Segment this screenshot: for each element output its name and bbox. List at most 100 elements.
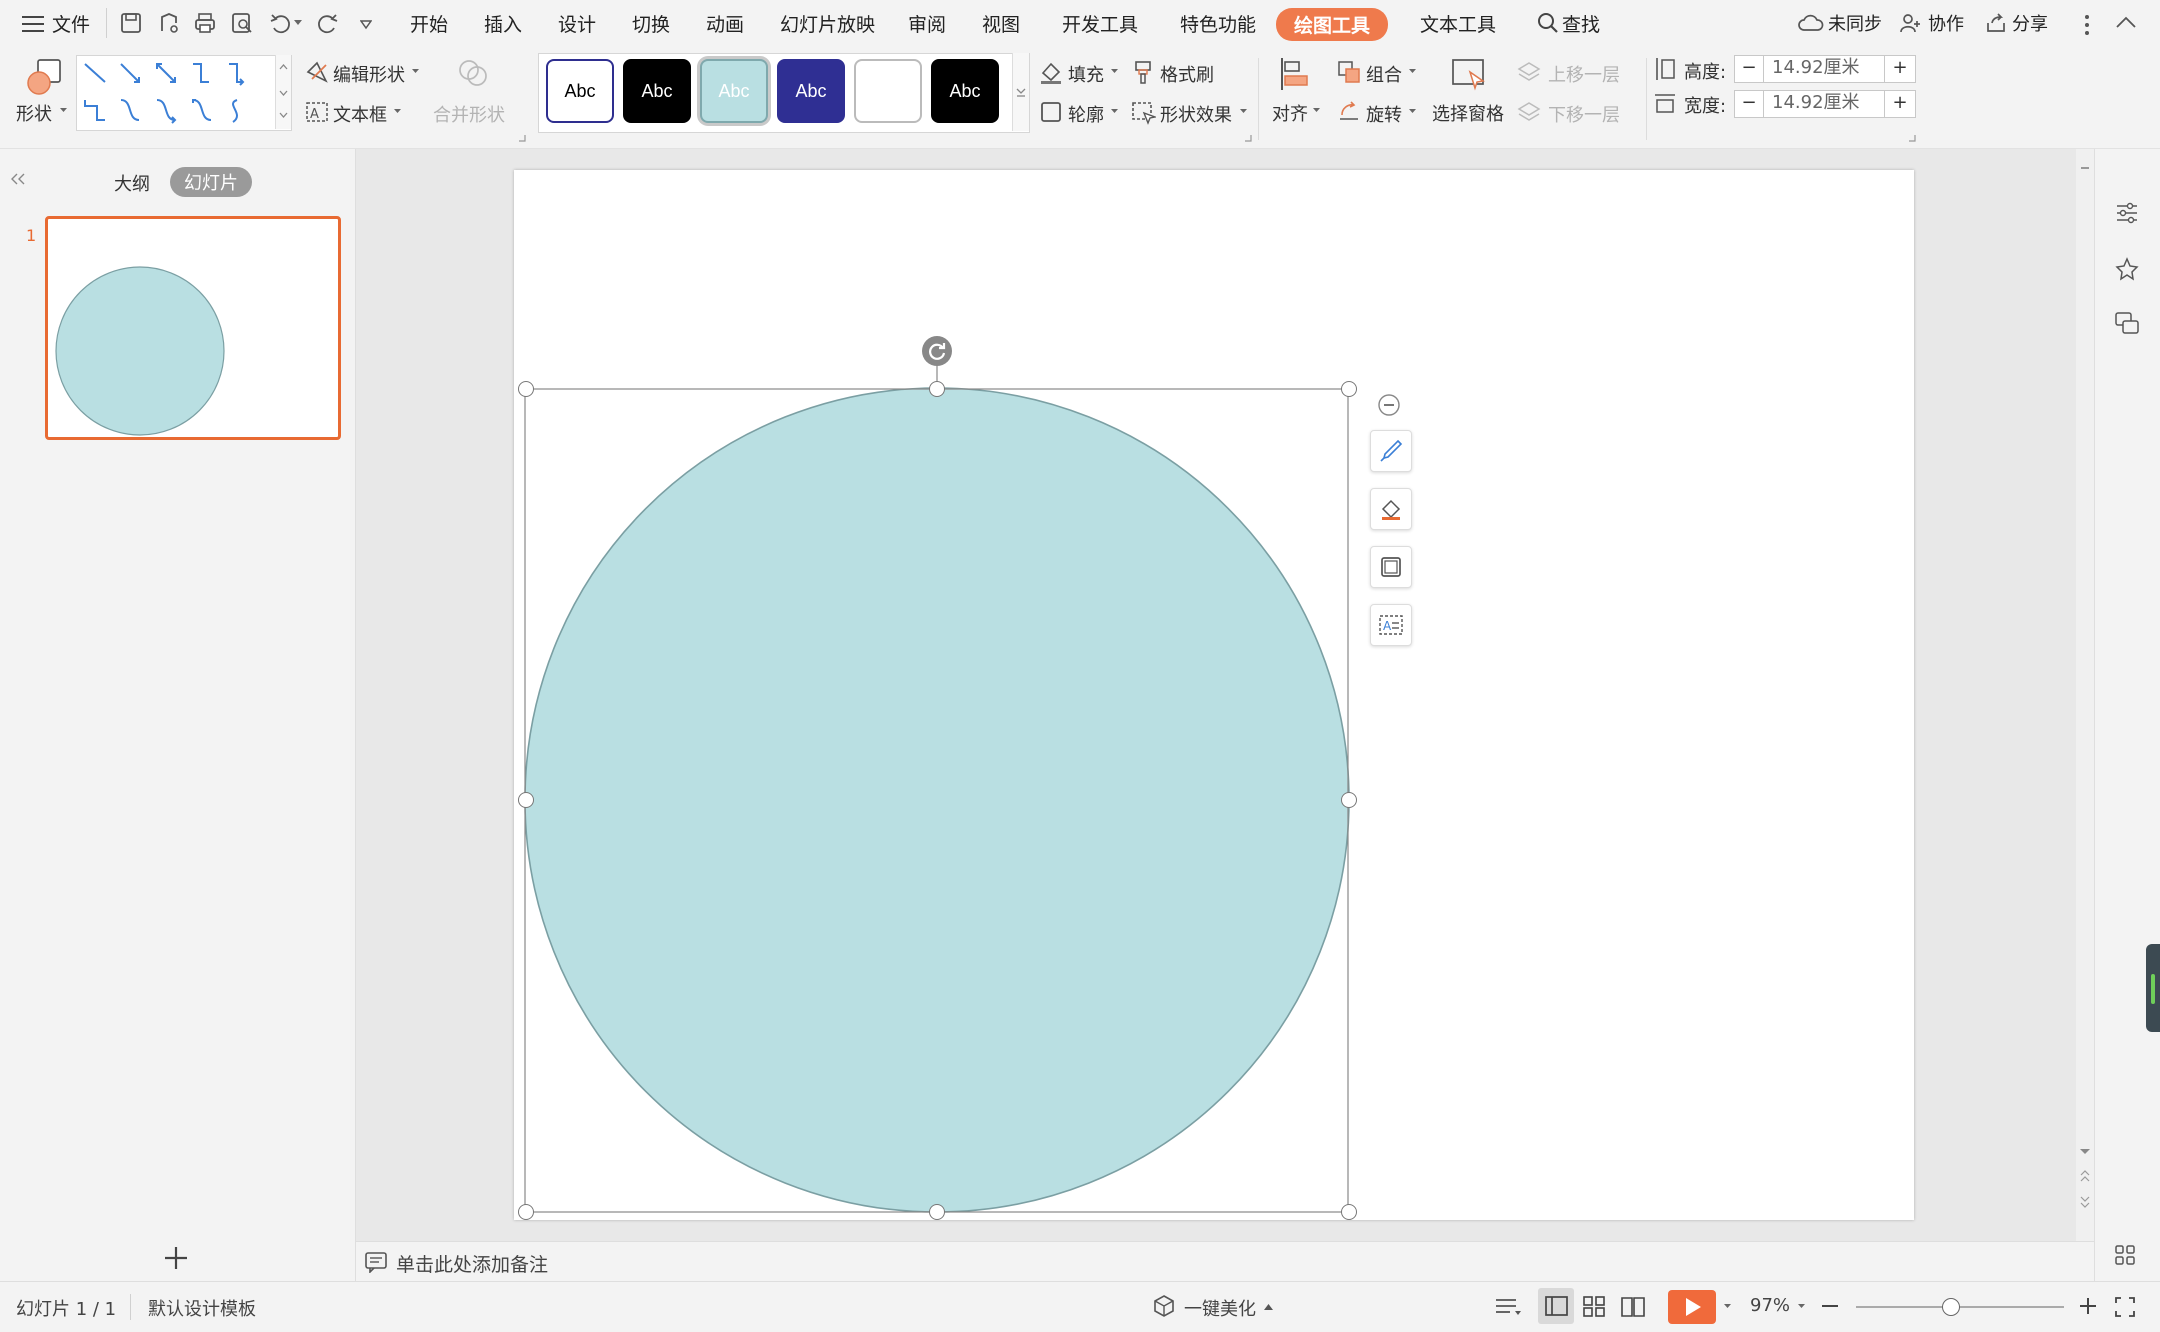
dialog-launcher-icon[interactable] — [1244, 134, 1252, 142]
outline-icon[interactable] — [1038, 99, 1064, 125]
tab-outline[interactable]: 大纲 — [114, 170, 150, 196]
tab-home[interactable]: 开始 — [410, 10, 448, 37]
slideshow-play-button[interactable] — [1668, 1290, 1716, 1324]
animation-icon[interactable] — [2114, 256, 2140, 282]
share-icon[interactable] — [1984, 11, 2008, 35]
rotate-handle-icon[interactable] — [922, 336, 952, 366]
collapse-ribbon-icon[interactable] — [2116, 16, 2136, 28]
align-button[interactable]: 对齐 — [1272, 100, 1308, 126]
rotate-dropdown-icon[interactable] — [1409, 109, 1416, 114]
menu-icon[interactable] — [22, 15, 44, 33]
selection-pane-button[interactable]: 选择窗格 — [1432, 100, 1504, 126]
float-style-icon[interactable] — [1370, 430, 1412, 472]
save-icon[interactable] — [119, 11, 143, 35]
zoom-out-icon[interactable] — [1820, 1296, 1840, 1316]
resize-handle[interactable] — [518, 1204, 534, 1220]
collapse-panel-icon[interactable] — [10, 172, 26, 186]
vertical-scrollbar[interactable] — [2076, 149, 2094, 1241]
print-icon[interactable] — [193, 11, 217, 35]
group-icon[interactable] — [1336, 59, 1362, 85]
notes-bar[interactable]: 单击此处添加备注 — [356, 1241, 2094, 1282]
fit-window-icon[interactable] — [2114, 1296, 2136, 1318]
sorter-view-icon[interactable] — [1582, 1294, 1606, 1318]
zoom-slider-thumb[interactable] — [1942, 1298, 1960, 1316]
height-increase-button[interactable]: + — [1884, 55, 1916, 83]
collaborate-button[interactable]: 协作 — [1928, 10, 1964, 36]
notes-placeholder[interactable]: 单击此处添加备注 — [396, 1250, 548, 1277]
edit-shape-button[interactable]: 编辑形状 — [333, 61, 405, 87]
beautify-expand-icon[interactable] — [1264, 1304, 1273, 1310]
tab-special[interactable]: 特色功能 — [1180, 10, 1256, 37]
undo-icon[interactable] — [268, 11, 292, 35]
fill-button[interactable]: 填充 — [1068, 61, 1104, 87]
shape-style-swatch[interactable]: Abc — [777, 59, 845, 123]
float-outline-icon[interactable] — [1370, 546, 1412, 588]
resize-handle[interactable] — [929, 1204, 945, 1220]
selection-pane-icon[interactable] — [1450, 56, 1486, 92]
zoom-slider-track[interactable] — [1856, 1306, 2064, 1308]
rotate-icon[interactable] — [1336, 99, 1362, 125]
next-slide-icon[interactable] — [2080, 1195, 2090, 1209]
beautify-icon[interactable] — [1152, 1294, 1176, 1318]
cloud-sync-icon[interactable] — [1798, 11, 1824, 35]
grid-apps-icon[interactable] — [2114, 1244, 2136, 1266]
zoom-dropdown-icon[interactable] — [1798, 1304, 1805, 1309]
height-input[interactable]: 14.92厘米 — [1763, 55, 1885, 83]
format-painter-icon[interactable] — [1130, 59, 1156, 85]
resize-handle[interactable] — [518, 381, 534, 397]
resize-handle[interactable] — [1341, 381, 1357, 397]
connector-gallery[interactable] — [76, 55, 292, 131]
export-icon[interactable] — [157, 11, 181, 35]
properties-icon[interactable] — [2114, 200, 2140, 226]
float-text-icon[interactable]: A — [1370, 604, 1412, 646]
align-icon[interactable] — [1278, 56, 1312, 92]
scroll-down-icon[interactable] — [2080, 1149, 2090, 1155]
group-dropdown-icon[interactable] — [1409, 69, 1416, 74]
collapse-float-toolbar-icon[interactable] — [1377, 393, 1401, 417]
tab-review[interactable]: 审阅 — [908, 10, 946, 37]
circle-shape[interactable] — [524, 387, 1350, 1213]
text-box-icon[interactable]: A — [304, 99, 330, 125]
tab-transition[interactable]: 切换 — [632, 10, 670, 37]
edit-shape-icon[interactable] — [304, 59, 330, 85]
resize-handle[interactable] — [518, 792, 534, 808]
format-painter-button[interactable]: 格式刷 — [1160, 61, 1214, 87]
notes-toggle-icon[interactable] — [1494, 1296, 1522, 1318]
width-increase-button[interactable]: + — [1884, 90, 1916, 118]
tab-design[interactable]: 设计 — [558, 10, 596, 37]
fill-icon[interactable] — [1038, 59, 1064, 85]
tab-text-tools[interactable]: 文本工具 — [1420, 10, 1496, 37]
slide-switch-icon[interactable] — [2114, 310, 2140, 336]
collaborate-icon[interactable] — [1898, 11, 1922, 35]
zoom-level[interactable]: 97% — [1750, 1295, 1790, 1316]
reading-view-icon[interactable] — [1620, 1294, 1646, 1318]
shape-style-swatch[interactable]: Abc — [931, 59, 999, 123]
text-box-button[interactable]: 文本框 — [333, 101, 387, 127]
tab-slideshow[interactable]: 幻灯片放映 — [780, 10, 875, 37]
redo-icon[interactable] — [316, 11, 340, 35]
align-dropdown-icon[interactable] — [1313, 108, 1320, 113]
resize-handle[interactable] — [1341, 792, 1357, 808]
slide-thumbnail[interactable] — [45, 216, 341, 440]
style-gallery-more[interactable] — [1012, 53, 1029, 131]
outline-button[interactable]: 轮廓 — [1068, 101, 1104, 127]
outline-dropdown-icon[interactable] — [1111, 109, 1118, 114]
print-preview-icon[interactable] — [230, 11, 254, 35]
slideshow-dropdown-icon[interactable] — [1724, 1304, 1731, 1309]
share-button[interactable]: 分享 — [2012, 10, 2048, 36]
height-decrease-button[interactable]: − — [1734, 55, 1764, 83]
shape-style-swatch[interactable]: Abc — [623, 59, 691, 123]
resize-handle[interactable] — [929, 381, 945, 397]
dialog-launcher-icon[interactable] — [518, 134, 526, 142]
shape-style-swatch[interactable]: Abc — [546, 59, 614, 123]
beautify-button[interactable]: 一键美化 — [1184, 1295, 1256, 1321]
tab-animation[interactable]: 动画 — [706, 10, 744, 37]
shape-style-swatch[interactable] — [854, 59, 922, 123]
shape-effect-button[interactable]: 形状效果 — [1160, 101, 1232, 127]
width-decrease-button[interactable]: − — [1734, 90, 1764, 118]
prev-slide-icon[interactable] — [2080, 1169, 2090, 1183]
shape-dropdown-icon[interactable] — [60, 108, 67, 113]
rotate-button[interactable]: 旋转 — [1366, 101, 1402, 127]
dialog-launcher-icon[interactable] — [1908, 134, 1916, 142]
add-slide-icon[interactable] — [162, 1244, 190, 1272]
